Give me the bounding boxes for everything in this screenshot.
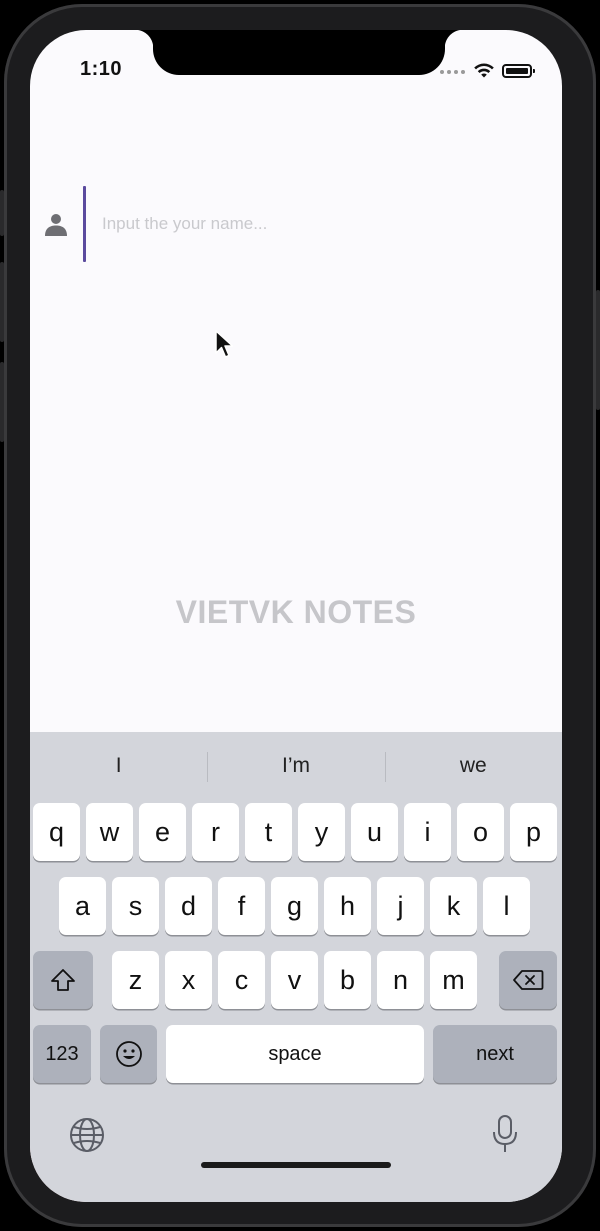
key-e[interactable]: e xyxy=(139,803,186,861)
key-y[interactable]: y xyxy=(298,803,345,861)
key-x[interactable]: x xyxy=(165,951,212,1009)
predictive-text-bar: I I’m we xyxy=(30,746,562,786)
key-v[interactable]: v xyxy=(271,951,318,1009)
key-o[interactable]: o xyxy=(457,803,504,861)
key-n[interactable]: n xyxy=(377,951,424,1009)
key-c[interactable]: c xyxy=(218,951,265,1009)
suggestion-item[interactable]: I xyxy=(30,746,207,786)
globe-icon[interactable] xyxy=(68,1116,106,1154)
key-r[interactable]: r xyxy=(192,803,239,861)
shift-key[interactable] xyxy=(33,951,93,1009)
mute-switch xyxy=(0,190,4,236)
notch xyxy=(135,30,463,75)
user-icon xyxy=(45,214,67,236)
key-f[interactable]: f xyxy=(218,877,265,935)
emoji-key[interactable] xyxy=(100,1025,157,1083)
key-m[interactable]: m xyxy=(430,951,477,1009)
key-q[interactable]: q xyxy=(33,803,80,861)
key-u[interactable]: u xyxy=(351,803,398,861)
microphone-icon[interactable] xyxy=(490,1114,520,1154)
key-p[interactable]: p xyxy=(510,803,557,861)
key-a[interactable]: a xyxy=(59,877,106,935)
suggestion-item[interactable]: I’m xyxy=(207,746,384,786)
suggestion-item[interactable]: we xyxy=(384,746,562,786)
key-b[interactable]: b xyxy=(324,951,371,1009)
key-j[interactable]: j xyxy=(377,877,424,935)
volume-up-button xyxy=(0,262,4,342)
cellular-signal-icon xyxy=(440,70,465,74)
backspace-icon xyxy=(513,970,544,990)
power-button xyxy=(596,290,600,410)
name-input[interactable] xyxy=(102,208,522,240)
emoji-icon xyxy=(115,1041,142,1067)
name-input-row xyxy=(44,186,544,262)
key-z[interactable]: z xyxy=(112,951,159,1009)
status-icons xyxy=(440,62,540,80)
key-s[interactable]: s xyxy=(112,877,159,935)
brand-title: VIETVK NOTES xyxy=(175,594,417,630)
keyboard: I I’m we q w e r t y u i o p a s d f g h… xyxy=(30,732,562,1202)
numbers-key[interactable]: 123 xyxy=(33,1025,91,1083)
home-indicator[interactable] xyxy=(201,1162,391,1168)
space-key[interactable]: space xyxy=(166,1025,424,1083)
key-h[interactable]: h xyxy=(324,877,371,935)
key-i[interactable]: i xyxy=(404,803,451,861)
input-accent-bar xyxy=(83,186,86,262)
key-d[interactable]: d xyxy=(165,877,212,935)
volume-down-button xyxy=(0,362,4,442)
key-t[interactable]: t xyxy=(245,803,292,861)
key-w[interactable]: w xyxy=(86,803,133,861)
status-time: 1:10 xyxy=(80,58,123,80)
key-g[interactable]: g xyxy=(271,877,318,935)
key-l[interactable]: l xyxy=(483,877,530,935)
key-k[interactable]: k xyxy=(430,877,477,935)
mouse-pointer-icon xyxy=(215,330,234,358)
shift-icon xyxy=(51,969,75,991)
next-key[interactable]: next xyxy=(433,1025,557,1083)
wifi-icon xyxy=(474,63,494,78)
battery-icon xyxy=(502,64,535,78)
delete-key[interactable] xyxy=(499,951,557,1009)
